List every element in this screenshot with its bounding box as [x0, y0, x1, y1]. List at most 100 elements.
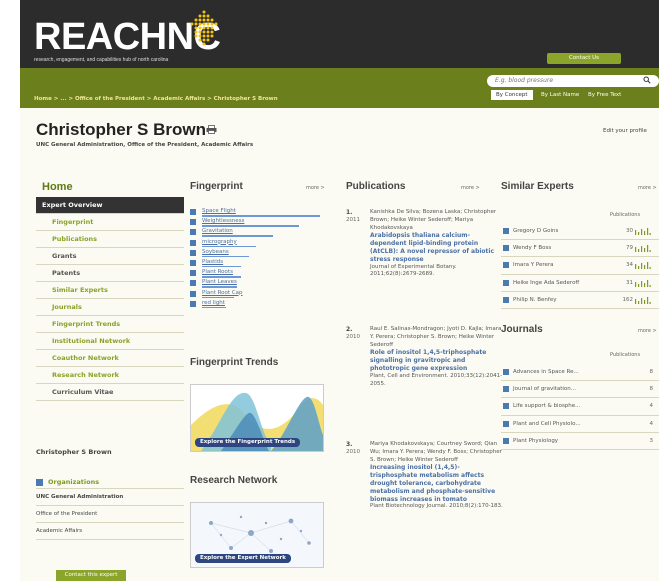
search-by-last-name-tab[interactable]: By Last Name — [536, 90, 584, 100]
fingerprint-item[interactable]: Plant Leaves — [190, 279, 320, 289]
sidebar-home-heading[interactable]: Home — [42, 181, 73, 193]
fingerprint-weight-bar — [202, 306, 226, 309]
journal-item[interactable]: Plant Physiology 3 — [501, 433, 659, 450]
collapse-icon[interactable] — [36, 479, 43, 486]
publications-heading: Publications — [346, 181, 406, 192]
breadcrumb[interactable]: Home > ... > Office of the President > A… — [34, 96, 278, 102]
publication-title-link[interactable]: Arabidopsis thaliana calcium-dependent l… — [370, 232, 506, 263]
search-input[interactable]: E.g. blood pressure — [495, 77, 553, 84]
expert-icon — [503, 262, 509, 269]
search-bar[interactable]: E.g. blood pressure — [487, 75, 659, 87]
sidebar-item-fingerprint-trends[interactable]: Fingerprint Trends — [36, 316, 184, 333]
organization-item[interactable]: Academic Affairs — [36, 523, 184, 540]
fingerprint-label[interactable]: red light — [202, 300, 225, 306]
fingerprint-item[interactable]: Plant Roots — [190, 269, 320, 279]
organization-item[interactable]: UNC General Administration — [36, 489, 184, 506]
edit-profile-link[interactable]: Edit your profile — [603, 128, 647, 134]
similar-experts-column-label: Publications — [610, 212, 641, 218]
organizations-header[interactable]: Organizations — [36, 476, 184, 489]
similar-expert-item[interactable]: Gregory D Goins 30 — [501, 223, 659, 241]
fingerprint-label[interactable]: Plant Roots — [202, 269, 233, 275]
publication-year: 2011 — [346, 217, 360, 223]
concept-icon — [190, 239, 196, 246]
journal-name[interactable]: Plant and Cell Physiolo... — [513, 421, 581, 427]
fingerprint-item[interactable]: Gravitation — [190, 228, 320, 238]
expert-name[interactable]: Wendy F Boss — [513, 245, 551, 251]
journals-more-link[interactable]: more > — [638, 328, 657, 334]
fingerprint-label[interactable]: Soybeans — [202, 249, 229, 255]
journal-item[interactable]: Advances in Space Re... 8 — [501, 364, 659, 382]
fingerprint-item[interactable]: micrography — [190, 239, 320, 249]
expert-icon — [503, 296, 509, 303]
print-icon[interactable] — [206, 125, 217, 134]
journals-list: Advances in Space Re... 8 Journal of gravi… — [501, 364, 659, 450]
journal-item[interactable]: Journal of gravitation... 8 — [501, 381, 659, 399]
publication-source: Journal of Experimental Botany. 2011;62(… — [370, 263, 457, 278]
fingerprint-weight-bar — [202, 255, 250, 258]
similar-expert-item[interactable]: Heike Inge Ada Sederoff 31 — [501, 275, 659, 292]
concept-icon — [190, 209, 196, 215]
sidebar-item-institutional-network[interactable]: Institutional Network — [36, 333, 184, 350]
publications-more-link[interactable]: more > — [461, 185, 480, 191]
journal-name[interactable]: Plant Physiology — [513, 438, 558, 444]
fingerprint-label[interactable]: Gravitation — [202, 228, 233, 234]
journal-name[interactable]: Advances in Space Re... — [513, 369, 579, 375]
expert-name[interactable]: Gregory D Goins — [513, 228, 558, 234]
concept-icon — [190, 219, 196, 226]
similar-expert-item[interactable]: Wendy F Boss 79 — [501, 240, 659, 258]
fingerprint-item[interactable]: Weightlessness — [190, 218, 320, 228]
contact-us-button[interactable]: Contact Us — [547, 53, 621, 64]
fingerprint-item[interactable]: Space Flight — [190, 208, 320, 218]
journals-heading: Journals — [501, 324, 543, 335]
sidebar-item-fingerprint[interactable]: Fingerprint — [36, 214, 184, 231]
publication-title-link[interactable]: Role of inositol 1,4,5-triphosphate sign… — [370, 349, 506, 372]
organization-item[interactable]: Office of the President — [36, 506, 184, 523]
similar-expert-item[interactable]: Imara Y Perera 34 — [501, 257, 659, 275]
explore-fingerprint-trends-button[interactable]: Explore the Fingerprint Trends — [195, 438, 301, 447]
fingerprint-weight-bar — [202, 276, 241, 278]
expert-name[interactable]: Imara Y Perera — [513, 262, 554, 268]
fingerprint-more-link[interactable]: more > — [306, 185, 325, 191]
fingerprint-item[interactable]: red light — [190, 300, 320, 310]
sidebar-item-journals[interactable]: Journals — [36, 299, 184, 316]
journal-item[interactable]: Life support & biosphe... 4 — [501, 398, 659, 416]
sidebar-item-publications[interactable]: Publications — [36, 231, 184, 248]
search-by-free-text-tab[interactable]: By Free Text — [583, 90, 626, 100]
expert-publication-count: 30 — [626, 228, 633, 234]
fingerprint-item[interactable]: Soybeans — [190, 249, 320, 259]
sidebar-item-similar-experts[interactable]: Similar Experts — [36, 282, 184, 299]
sidebar-item-coauthor-network[interactable]: Coauthor Network — [36, 350, 184, 367]
publication-year: 2010 — [346, 334, 360, 340]
fingerprint-item[interactable]: Plastids — [190, 259, 320, 269]
search-icon[interactable] — [643, 76, 651, 84]
search-by-concept-tab[interactable]: By Concept — [491, 90, 533, 100]
explore-expert-network-button[interactable]: Explore the Expert Network — [195, 554, 291, 563]
fingerprint-label[interactable]: Space Flight — [202, 208, 236, 214]
fingerprint-label[interactable]: Plant Root Cap — [202, 290, 243, 296]
journal-name[interactable]: Life support & biosphe... — [513, 403, 580, 409]
fingerprint-item[interactable]: Plant Root Cap — [190, 290, 320, 300]
contact-expert-button[interactable]: Contact this expert — [56, 570, 126, 581]
fingerprint-label[interactable]: Plastids — [202, 259, 223, 265]
concept-icon — [190, 270, 196, 277]
similar-expert-item[interactable]: Philip N. Benfey 162 — [501, 292, 659, 309]
sidebar-item-curriculum-vitae[interactable]: Curriculum Vitae — [36, 384, 184, 401]
expert-name[interactable]: Philip N. Benfey — [513, 297, 556, 303]
fingerprint-label[interactable]: Weightlessness — [202, 218, 244, 224]
journal-item[interactable]: Plant and Cell Physiolo... 4 — [501, 416, 659, 433]
research-network-thumbnail[interactable]: Explore the Expert Network — [190, 502, 324, 568]
expert-name[interactable]: Heike Inge Ada Sederoff — [513, 280, 579, 286]
publication-title-link[interactable]: Increasing inositol (1,4,5)-trisphosphat… — [370, 464, 506, 503]
sidebar-item-expert-overview[interactable]: Expert Overview — [36, 197, 184, 214]
similar-experts-list: Gregory D Goins 30 Wendy F Boss 79 Imara Y P… — [501, 223, 659, 309]
sidebar-item-research-network[interactable]: Research Network — [36, 367, 184, 384]
fingerprint-trends-thumbnail[interactable]: Explore the Fingerprint Trends — [190, 384, 324, 452]
sidebar-item-patents[interactable]: Patents — [36, 265, 184, 282]
similar-experts-more-link[interactable]: more > — [638, 185, 657, 191]
sidebar-item-grants[interactable]: Grants — [36, 248, 184, 265]
journal-name[interactable]: Journal of gravitation... — [513, 386, 576, 392]
fingerprint-label[interactable]: micrography — [202, 239, 237, 245]
fingerprint-label[interactable]: Plant Leaves — [202, 279, 237, 285]
fingerprint-weight-bar — [202, 235, 273, 237]
publication-authors: Raul E. Salinas-Mondragon; Jyoti D. Kajl… — [370, 326, 502, 348]
